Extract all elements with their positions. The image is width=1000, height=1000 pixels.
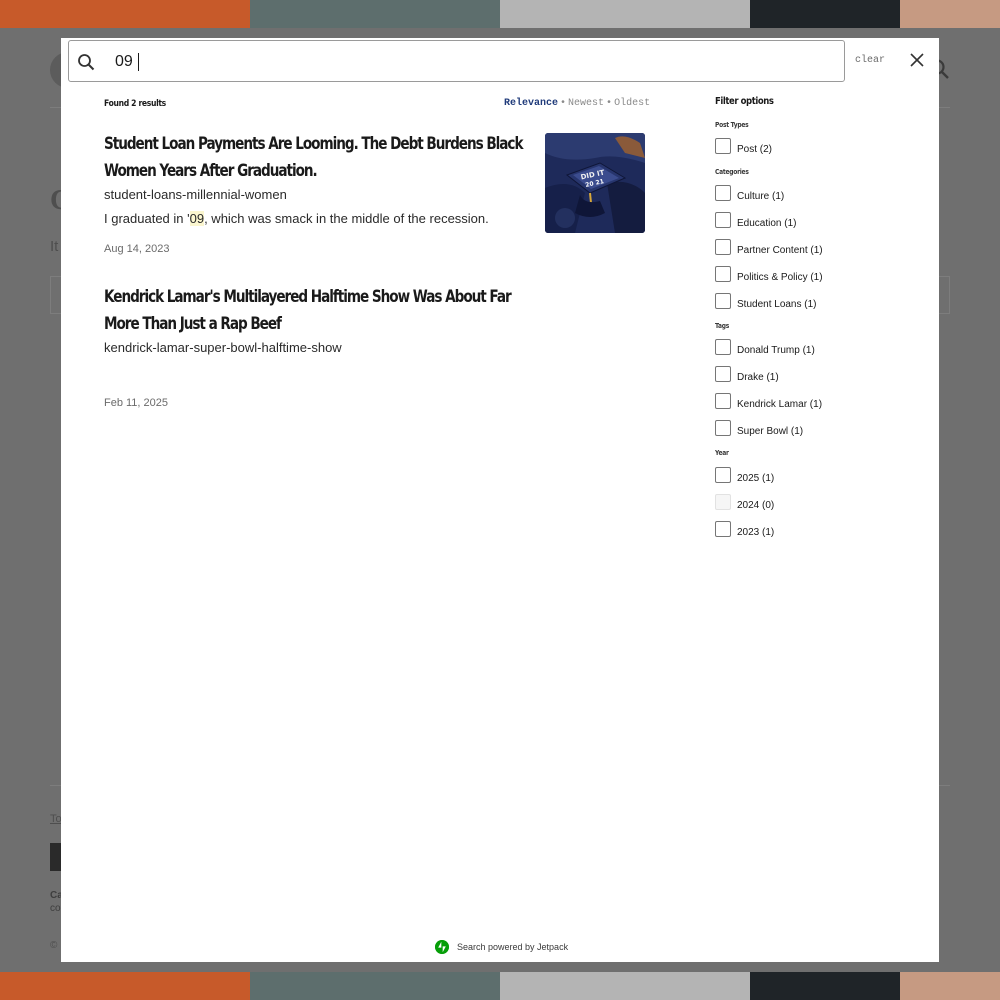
filter-options-panel: Filter options Post Types Post (2) Categ…: [715, 96, 915, 538]
backdrop-text: co: [50, 903, 61, 914]
powered-by-text: Search powered by Jetpack: [457, 942, 569, 952]
results-count: Found 2 results: [104, 99, 166, 109]
text-caret: [138, 53, 139, 71]
filter-label: 2023 (1): [737, 527, 775, 538]
filter-checkbox-partner-content[interactable]: Partner Content (1): [715, 239, 823, 256]
checkbox[interactable]: [715, 467, 731, 483]
result-excerpt: I graduated in '09, which was smack in t…: [104, 211, 534, 226]
filter-group-tags: Tags: [715, 322, 730, 330]
backdrop-text: It: [50, 238, 59, 255]
stripe: [900, 972, 1000, 1000]
filter-checkbox-2023[interactable]: 2023 (1): [715, 521, 774, 538]
checkbox[interactable]: [715, 212, 731, 228]
result-title-link[interactable]: Student Loan Payments Are Looming. The D…: [104, 131, 528, 185]
sort-oldest[interactable]: Oldest: [614, 98, 650, 109]
clear-button[interactable]: clear: [855, 55, 885, 66]
backdrop-text: ©: [50, 940, 58, 951]
filter-checkbox-donald-trump[interactable]: Donald Trump (1): [715, 339, 815, 356]
search-result: Student Loan Payments Are Looming. The D…: [104, 131, 534, 255]
filter-label: 2025 (1): [737, 473, 775, 484]
sort-newest[interactable]: Newest: [568, 98, 604, 109]
filter-checkbox-2025[interactable]: 2025 (1): [715, 467, 774, 484]
filter-label: Partner Content (1): [737, 245, 823, 256]
filter-label: Post (2): [737, 144, 773, 155]
filter-label: Donald Trump (1): [737, 345, 815, 356]
stripe: [750, 972, 900, 1000]
sort-options: Relevance • Newest • Oldest: [504, 98, 650, 109]
filter-label: Education (1): [737, 218, 797, 229]
excerpt-highlight: 09: [189, 211, 205, 226]
search-bar: [68, 40, 845, 82]
bottom-color-stripes: [0, 972, 1000, 1000]
filter-group-year: Year: [715, 449, 729, 457]
jetpack-icon: [435, 940, 449, 954]
sort-separator: •: [606, 98, 613, 109]
result-slug: student-loans-millennial-women: [104, 187, 287, 202]
filter-checkbox-student-loans[interactable]: Student Loans (1): [715, 293, 817, 310]
sort-relevance[interactable]: Relevance: [504, 98, 558, 109]
backdrop-link: To: [50, 813, 62, 825]
checkbox[interactable]: [715, 366, 731, 382]
stripe: [0, 0, 250, 28]
filter-label: Student Loans (1): [737, 299, 817, 310]
filter-checkbox-super-bowl[interactable]: Super Bowl (1): [715, 420, 803, 437]
stripe: [500, 972, 750, 1000]
filter-checkbox-education[interactable]: Education (1): [715, 212, 796, 229]
search-modal: clear Found 2 results Relevance•Newest•O…: [61, 38, 939, 962]
filter-group-post-types: Post Types: [715, 121, 749, 129]
checkbox[interactable]: [715, 339, 731, 355]
filter-label: Culture (1): [737, 191, 785, 202]
filter-checkbox-post[interactable]: Post (2): [715, 138, 772, 155]
search-icon: [78, 54, 95, 71]
excerpt-text: I graduated in ': [104, 211, 190, 226]
result-date: Aug 14, 2023: [104, 243, 170, 255]
top-color-stripes: [0, 0, 1000, 28]
checkbox[interactable]: [715, 266, 731, 282]
sort-separator: •: [560, 98, 567, 109]
excerpt-text: , which was smack in the middle of the r…: [204, 211, 489, 226]
filter-label: Politics & Policy (1): [737, 272, 823, 283]
stripe: [250, 0, 500, 28]
filter-label: Super Bowl (1): [737, 426, 804, 437]
result-slug: kendrick-lamar-super-bowl-halftime-show: [104, 340, 342, 355]
checkbox[interactable]: [715, 420, 731, 436]
checkbox[interactable]: [715, 293, 731, 309]
checkbox-disabled: [715, 494, 731, 510]
checkbox[interactable]: [715, 138, 731, 154]
graduation-cap-photo-icon[interactable]: DID IT 20 21: [545, 133, 645, 233]
close-icon[interactable]: [909, 52, 925, 68]
result-title-link[interactable]: Kendrick Lamar's Multilayered Halftime S…: [104, 284, 528, 338]
checkbox[interactable]: [715, 185, 731, 201]
filter-options-title: Filter options: [715, 96, 774, 107]
filter-checkbox-kendrick-lamar[interactable]: Kendrick Lamar (1): [715, 393, 822, 410]
checkbox[interactable]: [715, 239, 731, 255]
search-result: Kendrick Lamar's Multilayered Halftime S…: [104, 284, 534, 409]
result-date: Feb 11, 2025: [104, 397, 169, 409]
checkbox[interactable]: [715, 393, 731, 409]
stripe: [0, 972, 250, 1000]
filter-label: Drake (1): [737, 372, 779, 383]
filter-label: Kendrick Lamar (1): [737, 399, 823, 410]
powered-by-jetpack[interactable]: Search powered by Jetpack: [435, 940, 568, 954]
checkbox[interactable]: [715, 521, 731, 537]
stripe: [750, 0, 900, 28]
stripe: [500, 0, 750, 28]
search-input[interactable]: [115, 49, 815, 75]
filter-group-categories: Categories: [715, 168, 749, 176]
stripe: [900, 0, 1000, 28]
filter-checkbox-2024: 2024 (0): [715, 494, 774, 511]
filter-label: 2024 (0): [737, 500, 775, 511]
filter-checkbox-culture[interactable]: Culture (1): [715, 185, 784, 202]
stripe: [250, 972, 500, 1000]
filter-checkbox-politics-policy[interactable]: Politics & Policy (1): [715, 266, 823, 283]
filter-checkbox-drake[interactable]: Drake (1): [715, 366, 779, 383]
